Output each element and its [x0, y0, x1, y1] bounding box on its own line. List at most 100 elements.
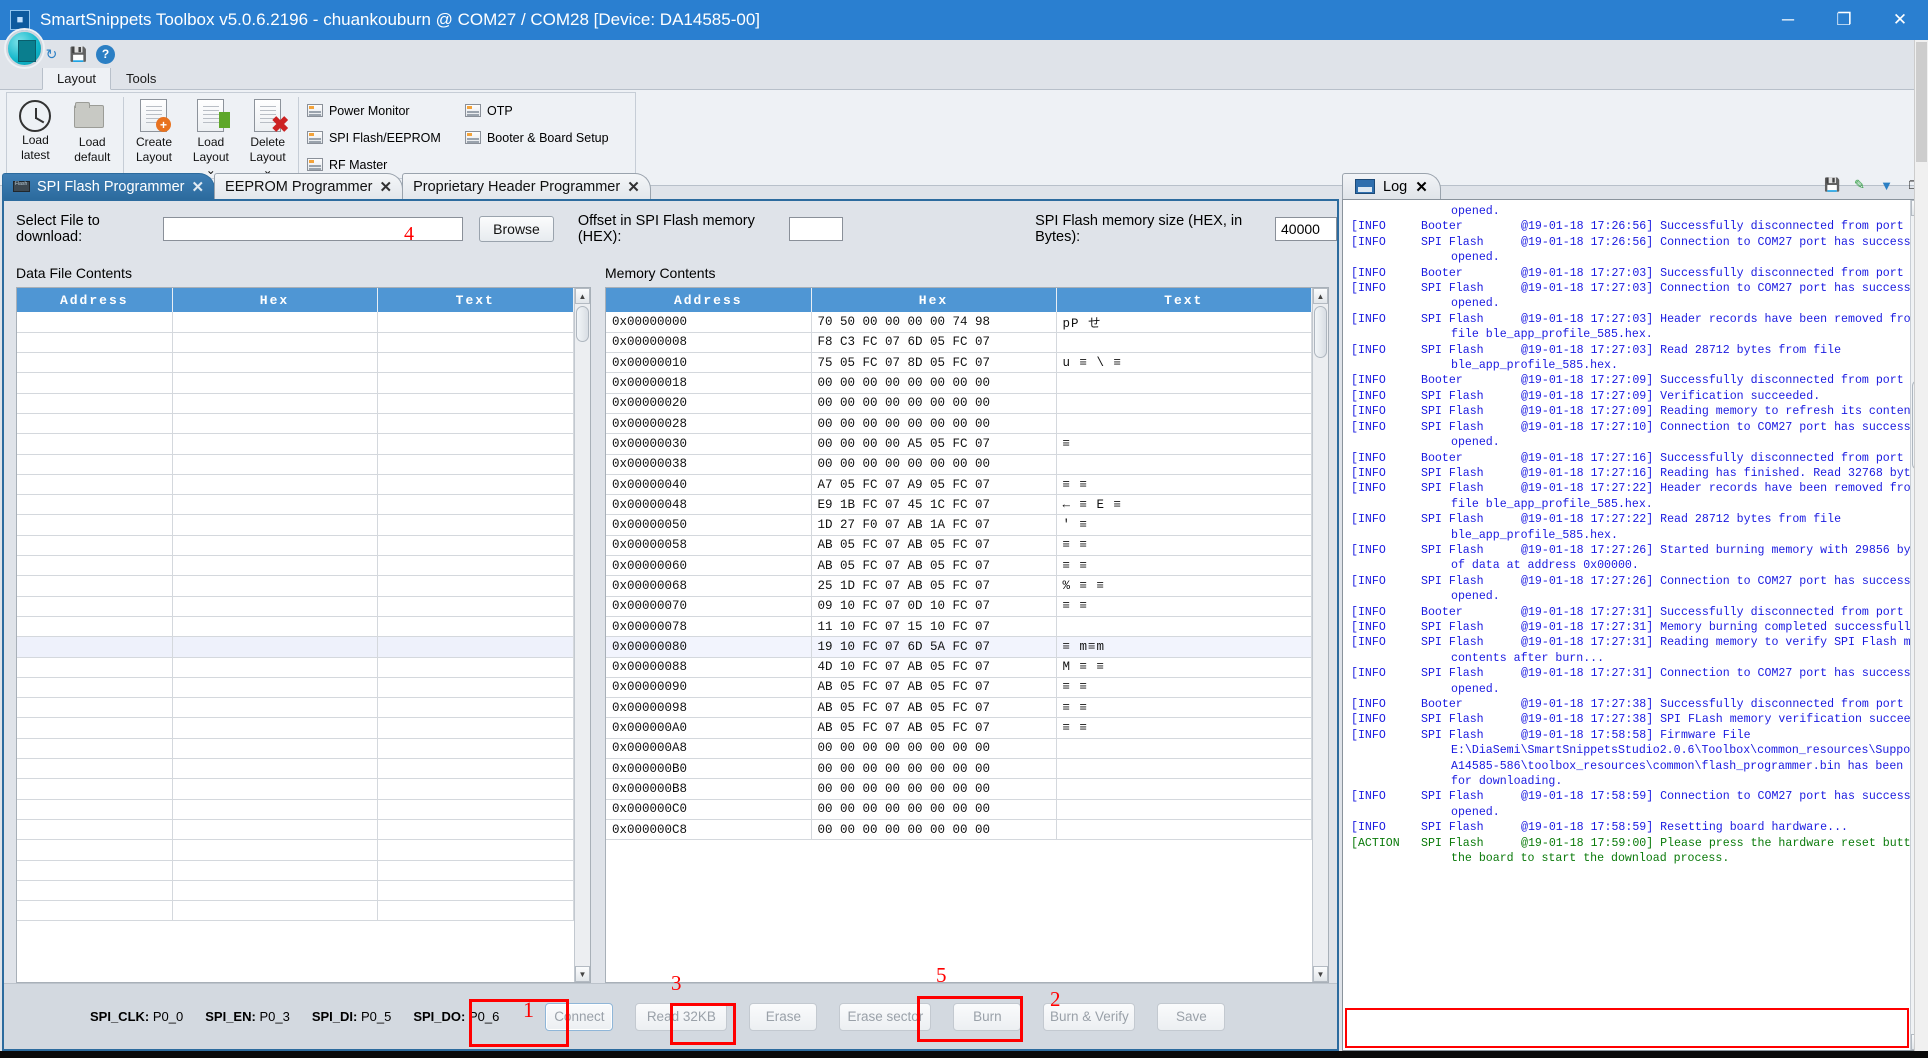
table-row[interactable] [17, 636, 574, 658]
table-row[interactable] [17, 575, 574, 597]
table-row[interactable]: 0x00000000 70 50 00 00 00 00 74 98 pP せ [606, 312, 1312, 333]
ribbon-command-load-default[interactable]: Load default [64, 93, 121, 178]
offset-input[interactable] [789, 217, 844, 241]
table-row[interactable]: 0x00000018 00 00 00 00 00 00 00 00 [606, 372, 1312, 394]
browse-button[interactable]: Browse [479, 216, 554, 242]
scrollbar-thumb[interactable] [1916, 42, 1927, 162]
save-button[interactable]: Save [1157, 1002, 1226, 1031]
memory-vertical-scrollbar[interactable]: ▲ ▼ [1312, 288, 1328, 982]
table-row[interactable]: 0x00000050 1D 27 F0 07 AB 1A FC 07 ' ≡ [606, 514, 1312, 536]
table-row[interactable]: 0x000000C0 00 00 00 00 00 00 00 00 [606, 799, 1312, 820]
table-row[interactable]: 0x00000028 00 00 00 00 00 00 00 00 [606, 413, 1312, 435]
table-row[interactable]: 0x00000008 F8 C3 FC 07 6D 05 FC 07 [606, 332, 1312, 354]
table-row[interactable] [17, 880, 574, 902]
table-row[interactable] [17, 393, 574, 414]
tool-booter-board-setup[interactable]: Booter & Board Setup [464, 124, 635, 151]
help-icon[interactable]: ? [96, 44, 115, 64]
ribbon-command-load-latest[interactable]: Load latest [7, 93, 64, 178]
erase-button[interactable]: Erase [749, 1002, 818, 1031]
table-row[interactable]: 0x000000B8 00 00 00 00 00 00 00 00 [606, 778, 1312, 800]
table-row[interactable] [17, 819, 574, 841]
table-row[interactable]: 0x000000A8 00 00 00 00 00 00 00 00 [606, 738, 1312, 760]
close-button[interactable]: ✕ [1872, 0, 1928, 40]
tab-close-icon[interactable]: ✕ [380, 178, 393, 196]
table-row[interactable] [17, 657, 574, 678]
table-row[interactable] [17, 697, 574, 719]
clear-log-icon[interactable]: ✎ [1851, 177, 1868, 193]
table-row[interactable] [17, 372, 574, 394]
ribbon-command-delete-layout[interactable]: ✖ Delete Layout ⌄ [239, 93, 296, 178]
minimize-button[interactable]: ─ [1760, 0, 1816, 40]
refresh-icon[interactable]: ↻ [42, 45, 61, 64]
table-row[interactable] [17, 535, 574, 557]
table-row[interactable]: 0x00000030 00 00 00 00 A5 05 FC 07 ≡ [606, 433, 1312, 455]
tab-spi-flash-programmer[interactable]: SPI Flash Programmer ✕ [2, 173, 216, 199]
table-row[interactable]: 0x00000080 19 10 FC 07 6D 5A FC 07 ≡ m≡m [606, 636, 1312, 658]
memory-size-input[interactable] [1275, 217, 1337, 241]
scroll-up-icon[interactable]: ▲ [1313, 288, 1328, 304]
table-row[interactable] [17, 514, 574, 536]
table-row[interactable]: 0x00000010 75 05 FC 07 8D 05 FC 07 u ≡ \ ≡ [606, 352, 1312, 374]
tab-proprietary-header-programmer[interactable]: Proprietary Header Programmer ✕ [402, 173, 651, 199]
table-row[interactable]: 0x00000038 00 00 00 00 00 00 00 00 [606, 454, 1312, 475]
table-row[interactable]: 0x00000040 A7 05 FC 07 A9 05 FC 07 ≡ ≡ [606, 474, 1312, 496]
table-row[interactable]: 0x00000078 11 10 FC 07 15 10 FC 07 [606, 616, 1312, 638]
tab-close-icon[interactable]: ✕ [1415, 178, 1428, 196]
save-log-icon[interactable]: 💾 [1824, 177, 1841, 193]
table-row[interactable] [17, 839, 574, 861]
tab-log[interactable]: Log ✕ [1342, 173, 1441, 199]
table-row[interactable] [17, 799, 574, 820]
table-row[interactable] [17, 454, 574, 475]
table-row[interactable]: 0x00000048 E9 1B FC 07 45 1C FC 07 ← ≡ E ≡ [606, 494, 1312, 516]
maximize-button[interactable]: ❐ [1816, 0, 1872, 40]
table-row[interactable]: 0x00000020 00 00 00 00 00 00 00 00 [606, 393, 1312, 414]
tool-power-monitor[interactable]: Power Monitor [306, 97, 457, 124]
ribbon-tab-tools[interactable]: Tools [111, 67, 171, 89]
table-row[interactable]: 0x00000098 AB 05 FC 07 AB 05 FC 07 ≡ ≡ [606, 697, 1312, 719]
table-row[interactable]: 0x000000B0 00 00 00 00 00 00 00 00 [606, 758, 1312, 780]
window-vertical-scrollbar[interactable] [1914, 40, 1928, 1051]
table-row[interactable] [17, 352, 574, 374]
table-row[interactable] [17, 860, 574, 881]
table-row[interactable] [17, 717, 574, 739]
ribbon-tab-layout[interactable]: Layout [42, 67, 112, 90]
tab-eeprom-programmer[interactable]: EEPROM Programmer ✕ [214, 173, 404, 199]
ribbon-command-load-layout[interactable]: Load Layout ⌄ [182, 93, 239, 178]
table-row[interactable] [17, 474, 574, 496]
table-row[interactable] [17, 677, 574, 699]
scroll-up-icon[interactable]: ▲ [575, 288, 590, 304]
tab-close-icon[interactable]: ✕ [627, 178, 640, 196]
filter-log-icon[interactable]: ▼ [1878, 177, 1895, 193]
table-row[interactable] [17, 738, 574, 760]
scroll-down-icon[interactable]: ▼ [575, 966, 590, 982]
tool-otp[interactable]: OTP [464, 97, 635, 124]
table-row[interactable]: 0x00000068 25 1D FC 07 AB 05 FC 07% ≡ ≡ [606, 575, 1312, 597]
scrollbar-thumb[interactable] [576, 306, 589, 342]
ribbon-command-create-layout[interactable]: + Create Layout [126, 93, 183, 178]
save-icon[interactable]: 💾 [69, 45, 88, 64]
data-file-vertical-scrollbar[interactable]: ▲ ▼ [574, 288, 590, 982]
table-row[interactable] [17, 312, 574, 333]
table-row[interactable]: 0x00000058 AB 05 FC 07 AB 05 FC 07 ≡ ≡ [606, 535, 1312, 557]
table-row[interactable] [17, 758, 574, 780]
table-row[interactable] [17, 332, 574, 354]
table-row[interactable] [17, 778, 574, 800]
table-row[interactable] [17, 596, 574, 617]
app-logo-orb[interactable] [6, 30, 43, 67]
file-path-input[interactable] [163, 217, 464, 241]
table-row[interactable]: 0x00000060 AB 05 FC 07 AB 05 FC 07 ≡ ≡ [606, 555, 1312, 577]
table-row[interactable]: 0x00000090 AB 05 FC 07 AB 05 FC 07 ≡ ≡ [606, 677, 1312, 699]
scroll-down-icon[interactable]: ▼ [1313, 966, 1328, 982]
table-row[interactable]: 0x000000A0 AB 05 FC 07 AB 05 FC 07 ≡ ≡ [606, 717, 1312, 739]
table-row[interactable]: 0x000000C8 00 00 00 00 00 00 00 00 [606, 819, 1312, 841]
table-row[interactable] [17, 433, 574, 455]
tool-spi-flash-eeprom[interactable]: SPI Flash/EEPROM [306, 124, 457, 151]
table-row[interactable] [17, 555, 574, 577]
table-row[interactable]: 0x00000070 09 10 FC 07 0D 10 FC 07 ≡ ≡ [606, 596, 1312, 617]
table-row[interactable] [17, 900, 574, 922]
scrollbar-thumb[interactable] [1314, 306, 1327, 358]
table-row[interactable] [17, 494, 574, 516]
table-row[interactable]: 0x00000088 4D 10 FC 07 AB 05 FC 07 M ≡ ≡ [606, 657, 1312, 678]
tab-close-icon[interactable]: ✕ [191, 178, 204, 196]
table-row[interactable] [17, 616, 574, 638]
